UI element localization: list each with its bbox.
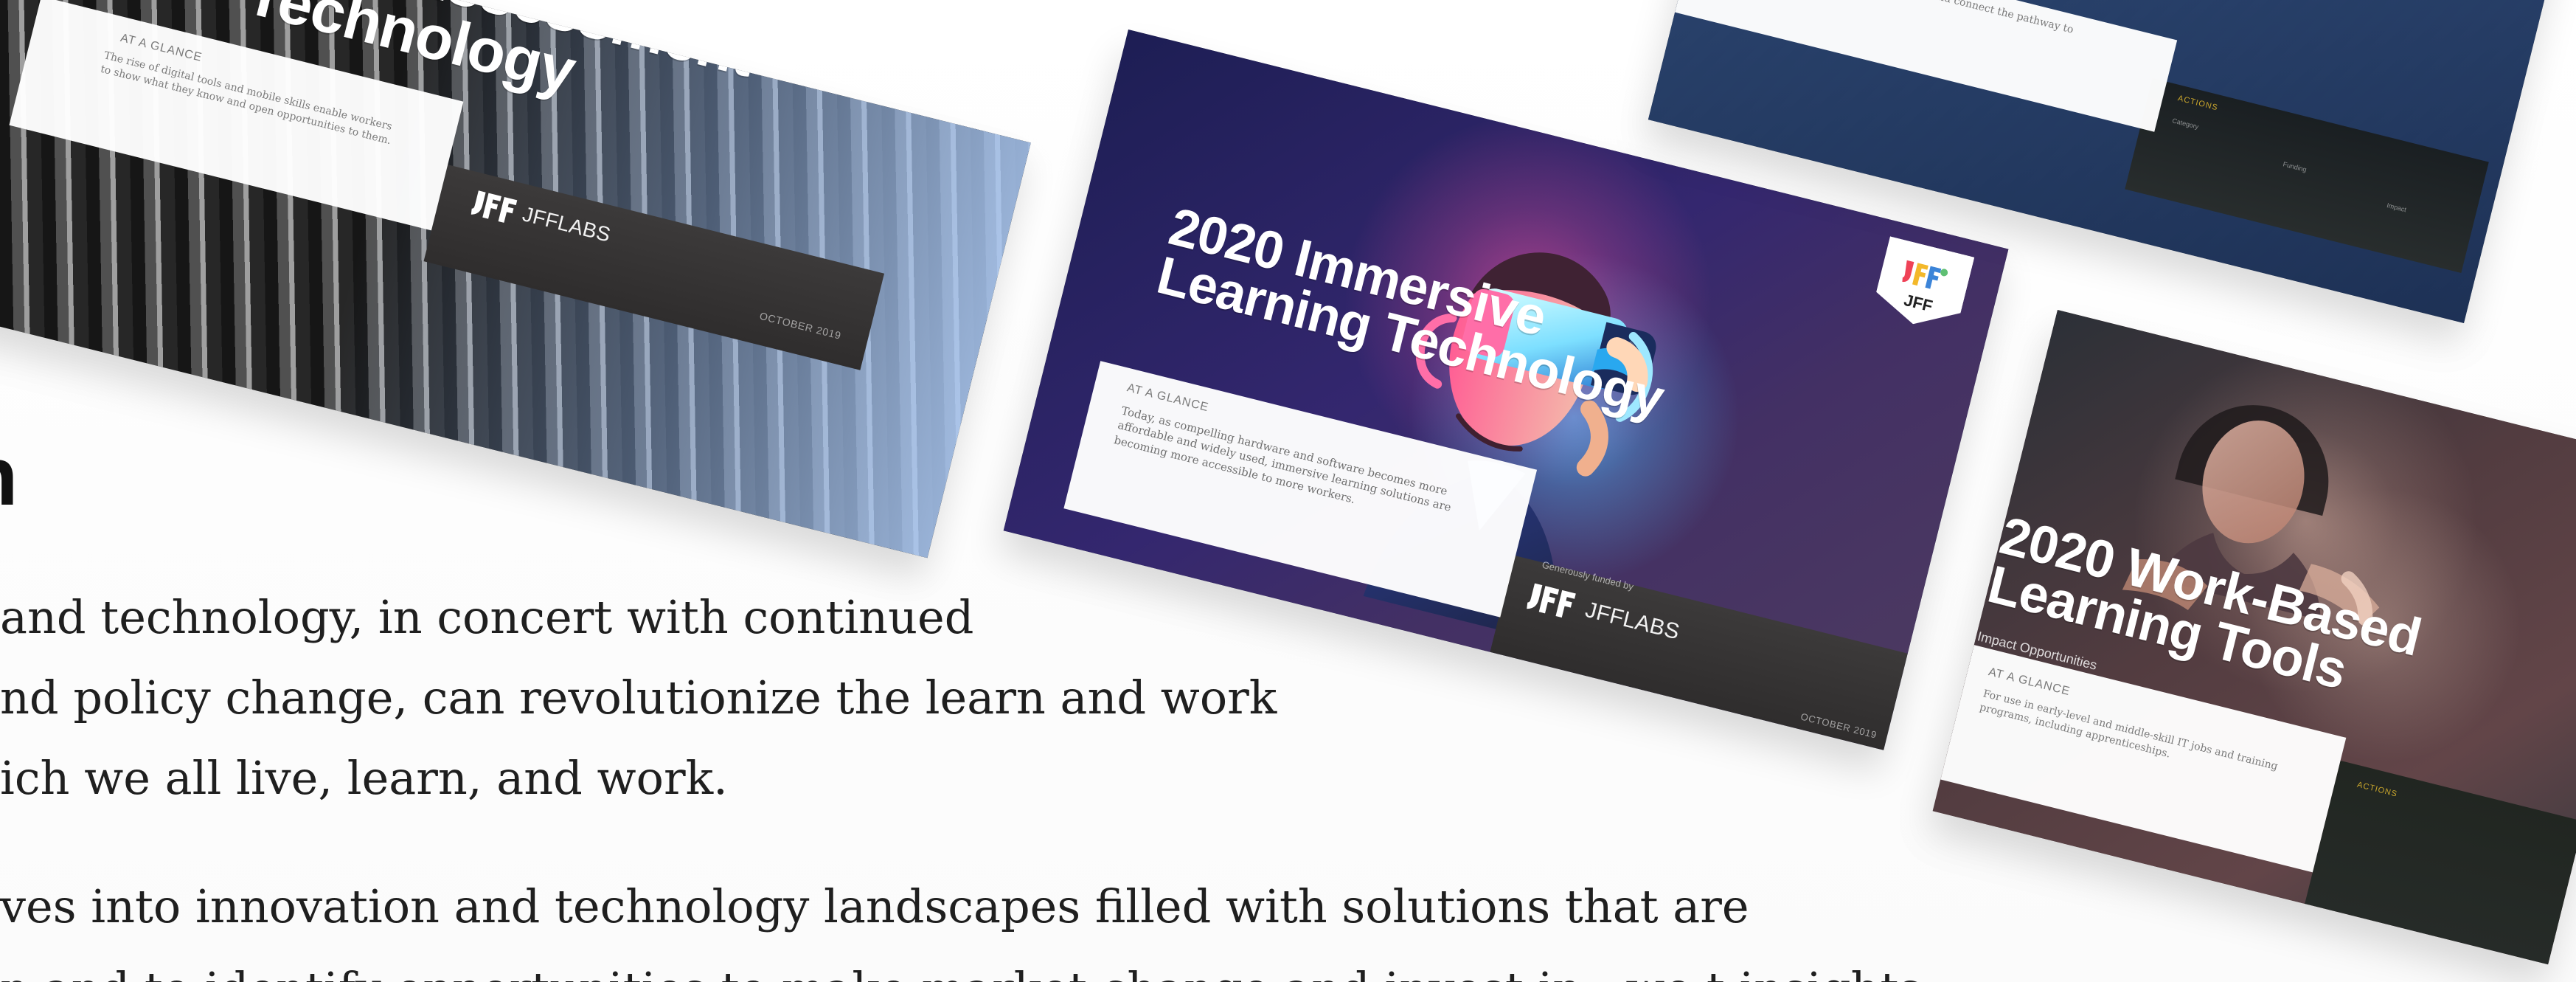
page-stage: n and technology, in concert with contin… [0, 0, 2576, 982]
article-line-5: n and to identify opportunities to make … [0, 967, 1922, 982]
article-line-4: ves into innovation and technology lands… [0, 879, 1749, 933]
work-based-learning-card[interactable]: 2020 Work-Based Learning Tools Impact Op… [1932, 310, 2576, 965]
assessment-technology-card[interactable]: 2020 Assessment Technology AT A GLANCE T… [0, 0, 1031, 559]
article-line-3: ich we all live, learn, and work. [0, 751, 728, 805]
article-line-1: and technology, in concert with continue… [0, 590, 974, 644]
article-heading-fragment: n [0, 435, 18, 518]
article-line-2: nd policy change, can revolutionize the … [0, 671, 1277, 725]
